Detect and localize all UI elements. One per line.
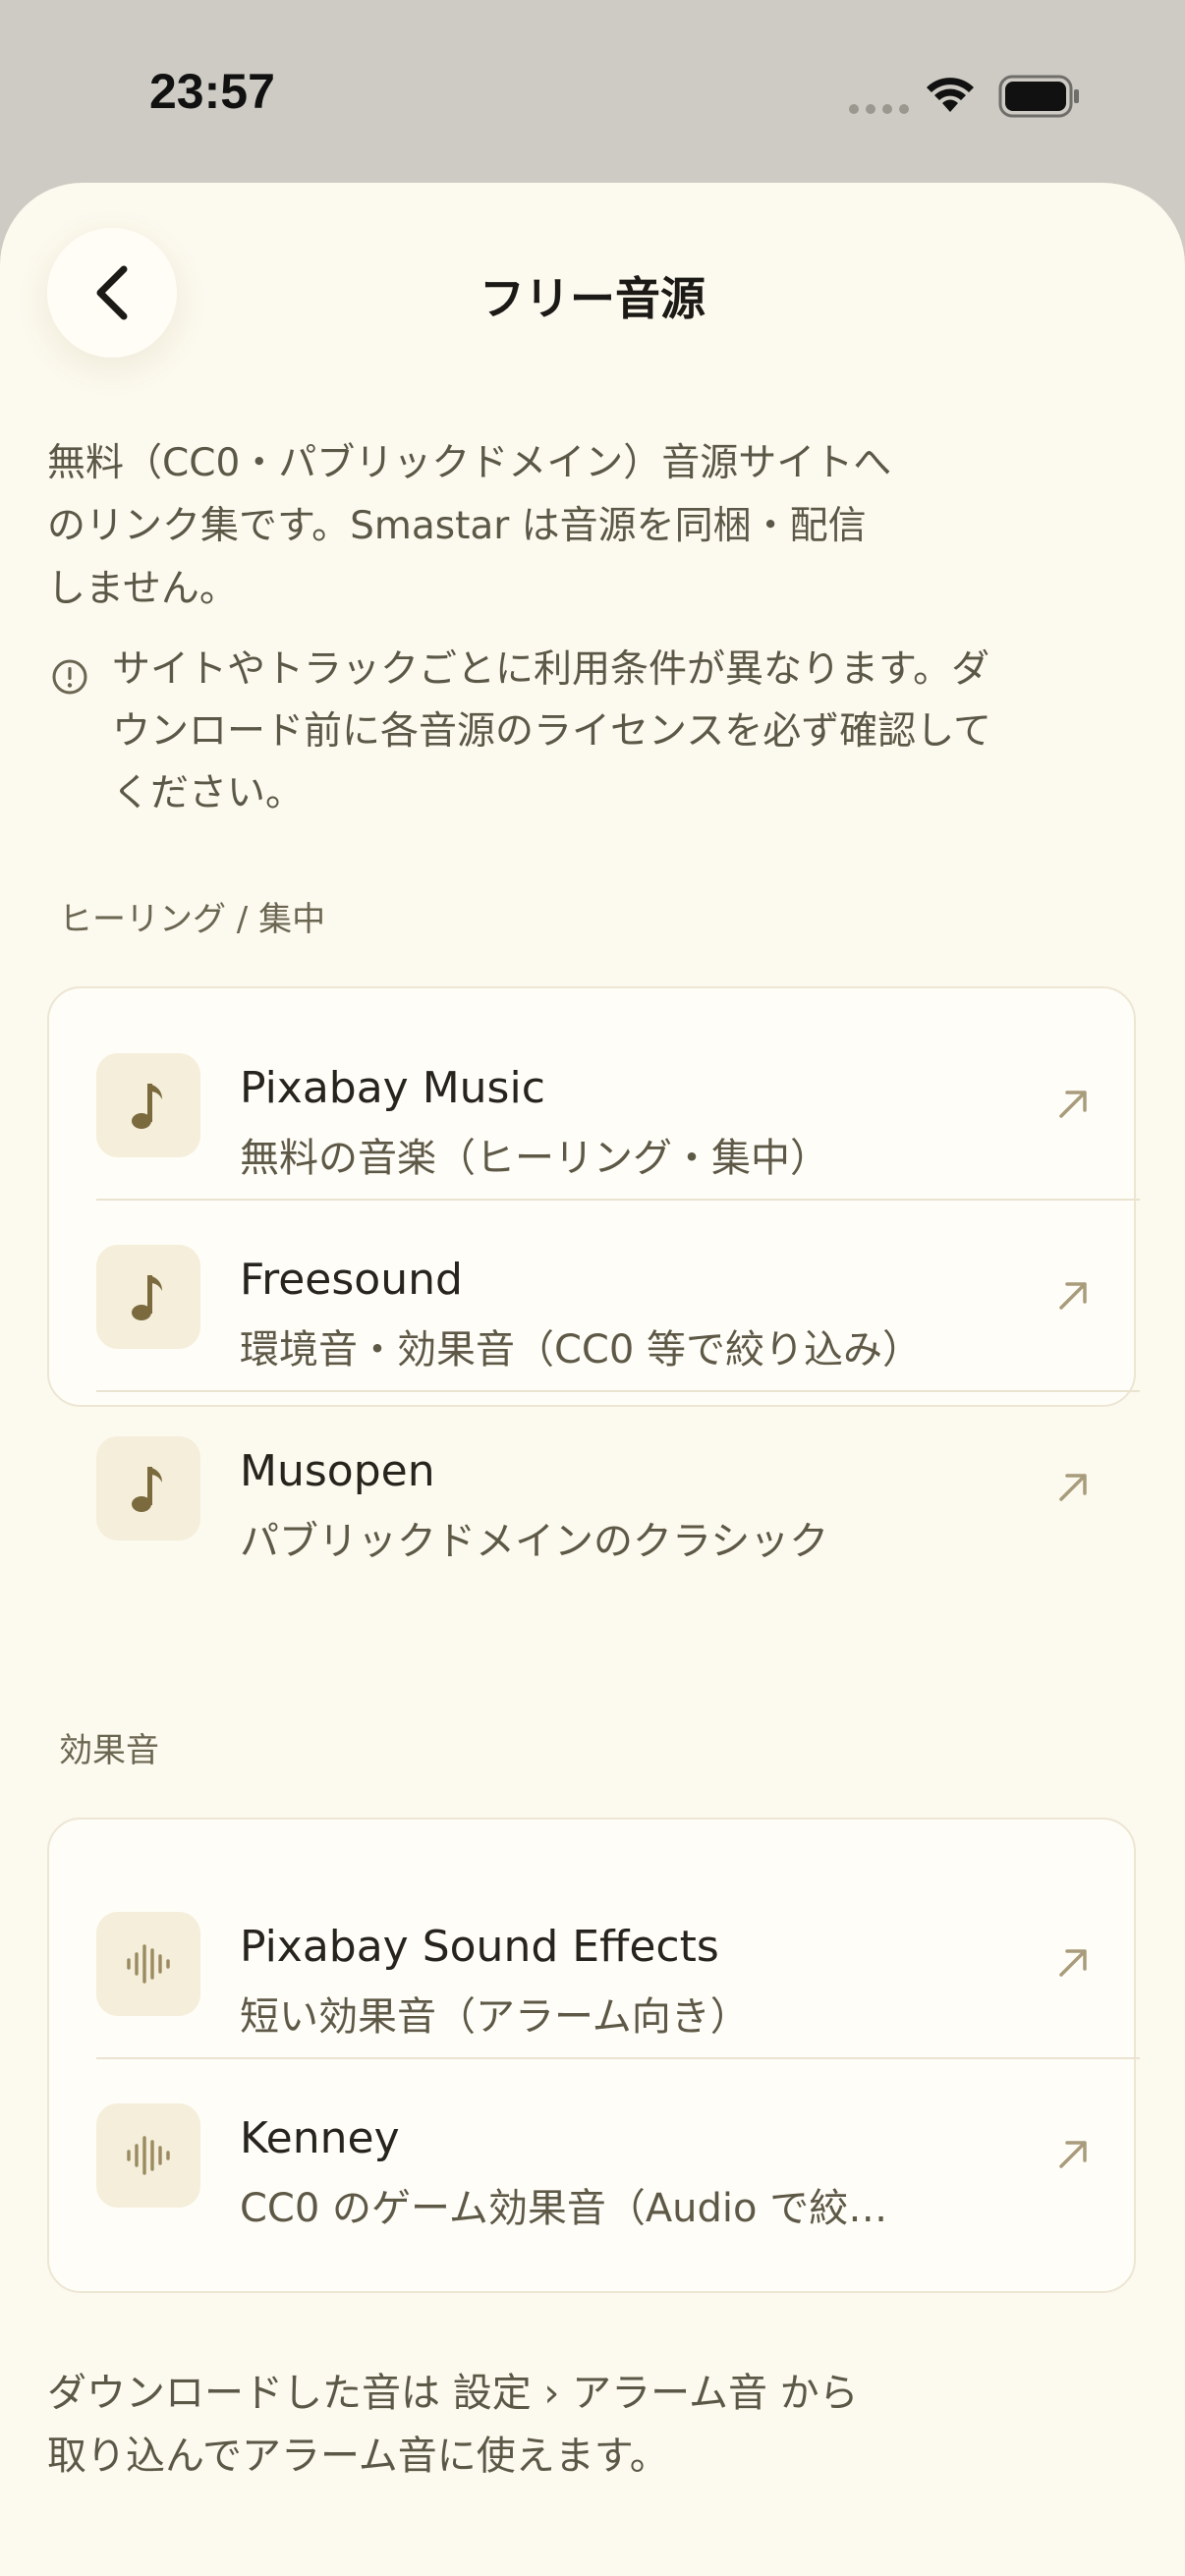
item-subtitle: 短い効果音（アラーム向き） (240, 1994, 750, 2040)
external-link-icon (1059, 1949, 1087, 1977)
card-healing: Pixabay Music 無料の音楽（ヒーリング・集中） Freesound … (47, 986, 1140, 1564)
intro-text: 無料（CC0・パブリックドメイン）音源サイトへ のリンク集です。Smastar … (47, 432, 1049, 621)
item-title: Pixabay Music (240, 1063, 545, 1113)
list-item-kenney[interactable]: Kenney CC0 のゲーム効果音（Audio で絞… (49, 2058, 1134, 2250)
item-subtitle: パブリックドメインのクラシック (240, 1519, 829, 1564)
notice-line: ください。 (112, 771, 305, 815)
external-link-icon (1059, 1091, 1087, 1118)
list-item-pixabay-music[interactable]: Pixabay Music 無料の音楽（ヒーリング・集中） (49, 1008, 1134, 1200)
status-time: 23:57 (149, 64, 275, 119)
music-note-icon (96, 1245, 200, 1349)
item-title: Musopen (240, 1446, 435, 1496)
status-bar: 23:57 (0, 0, 1185, 187)
external-link-icon (1059, 2141, 1087, 2168)
waveform-icon (96, 2103, 200, 2208)
footer-line: 取り込んでアラーム音に使えます。 (47, 2434, 669, 2479)
section-label-healing: ヒーリング / 集中 (59, 900, 326, 939)
notice-line: サイトやトラックごとに利用条件が異なります。ダ (112, 647, 990, 692)
sheet: フリー音源 無料（CC0・パブリックドメイン）音源サイトへ のリンク集です。Sm… (0, 183, 1185, 2576)
item-title: Freesound (240, 1255, 463, 1305)
item-subtitle: 環境音・効果音（CC0 等で絞り込み） (240, 1327, 923, 1372)
item-title: Pixabay Sound Effects (240, 1922, 719, 1972)
external-link-icon (1059, 1282, 1087, 1310)
external-link-icon (1059, 1474, 1087, 1501)
waveform-icon (96, 1912, 200, 2016)
card-sfx: Pixabay Sound Effects 短い効果音（アラーム向き） Kenn… (47, 1818, 1140, 2293)
section-label-sfx: 効果音 (59, 1731, 159, 1770)
notice-line: ウンロード前に各音源のライセンスを必ず確認して (112, 709, 992, 754)
item-subtitle: 無料の音楽（ヒーリング・集中） (240, 1136, 829, 1181)
intro-line: 無料（CC0・パブリックドメイン）音源サイトへ (47, 441, 892, 485)
item-title: Kenney (240, 2113, 400, 2163)
intro-line: しません。 (47, 567, 238, 611)
list-item-freesound[interactable]: Freesound 環境音・効果音（CC0 等で絞り込み） (49, 1200, 1134, 1391)
list-item-pixabay-sfx[interactable]: Pixabay Sound Effects 短い効果音（アラーム向き） (49, 1867, 1134, 2058)
footer-note: ダウンロードした音は 設定 › アラーム音 から 取り込んでアラーム音に使えます… (47, 2362, 1069, 2488)
intro-line: のリンク集です。Smastar は音源を同梱・配信 (47, 504, 867, 548)
music-note-icon (96, 1436, 200, 1540)
page-title: フリー音源 (480, 272, 705, 325)
list-item-musopen[interactable]: Musopen パブリックドメインのクラシック (49, 1391, 1134, 1583)
info-icon (52, 659, 87, 695)
battery-icon (998, 75, 1079, 118)
wifi-icon (927, 78, 974, 112)
footer-line: ダウンロードした音は 設定 › アラーム音 から (47, 2371, 859, 2416)
item-subtitle: CC0 のゲーム効果音（Audio で絞… (240, 2186, 888, 2231)
cellular-signal-icon (849, 104, 909, 114)
music-note-icon (96, 1053, 200, 1157)
